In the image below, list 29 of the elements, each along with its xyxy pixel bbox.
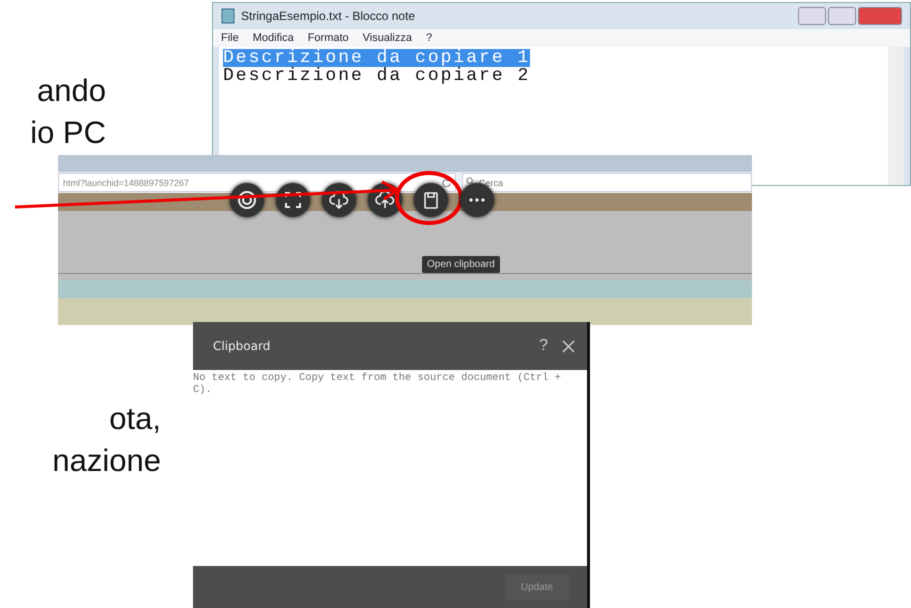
help-button[interactable]: ? [539,337,548,355]
text-line: Descrizione da copiare 2 [223,67,530,85]
url-text: html?launchid=1488897597267 [63,178,189,188]
expand-icon [285,192,301,208]
minimize-button[interactable] [798,7,826,25]
menu-item[interactable]: Formato [308,32,349,44]
menu-item[interactable]: Visualizza [362,32,412,44]
tooltip: Open clipboard [422,256,500,273]
target-icon [237,190,257,210]
slide-text: io PC [30,114,106,152]
search-icon [466,177,475,186]
menu-item[interactable]: ? [426,32,432,44]
close-icon[interactable] [562,340,575,352]
menu-item[interactable]: Modifica [252,32,294,44]
cloud-download-icon [329,191,349,209]
slide-text: nazione [52,442,161,480]
clipboard-text-area[interactable]: No text to copy. Copy text from the source document (Ctrl + C). [193,370,587,566]
slide-text: ando [37,72,106,110]
notepad-icon [221,8,235,24]
scrollbar[interactable] [888,47,904,185]
maximize-button[interactable] [828,7,856,25]
window-title: StringaEsempio.txt - Blocco note [241,9,416,23]
menu-item[interactable]: File [221,32,239,44]
clipboard-icon [424,191,438,209]
slide-text: ota, [109,400,161,438]
refresh-icon[interactable] [442,178,451,187]
more-icon [469,198,485,202]
cloud-upload-icon [375,191,395,209]
dialog-title: Clipboard [213,339,272,353]
